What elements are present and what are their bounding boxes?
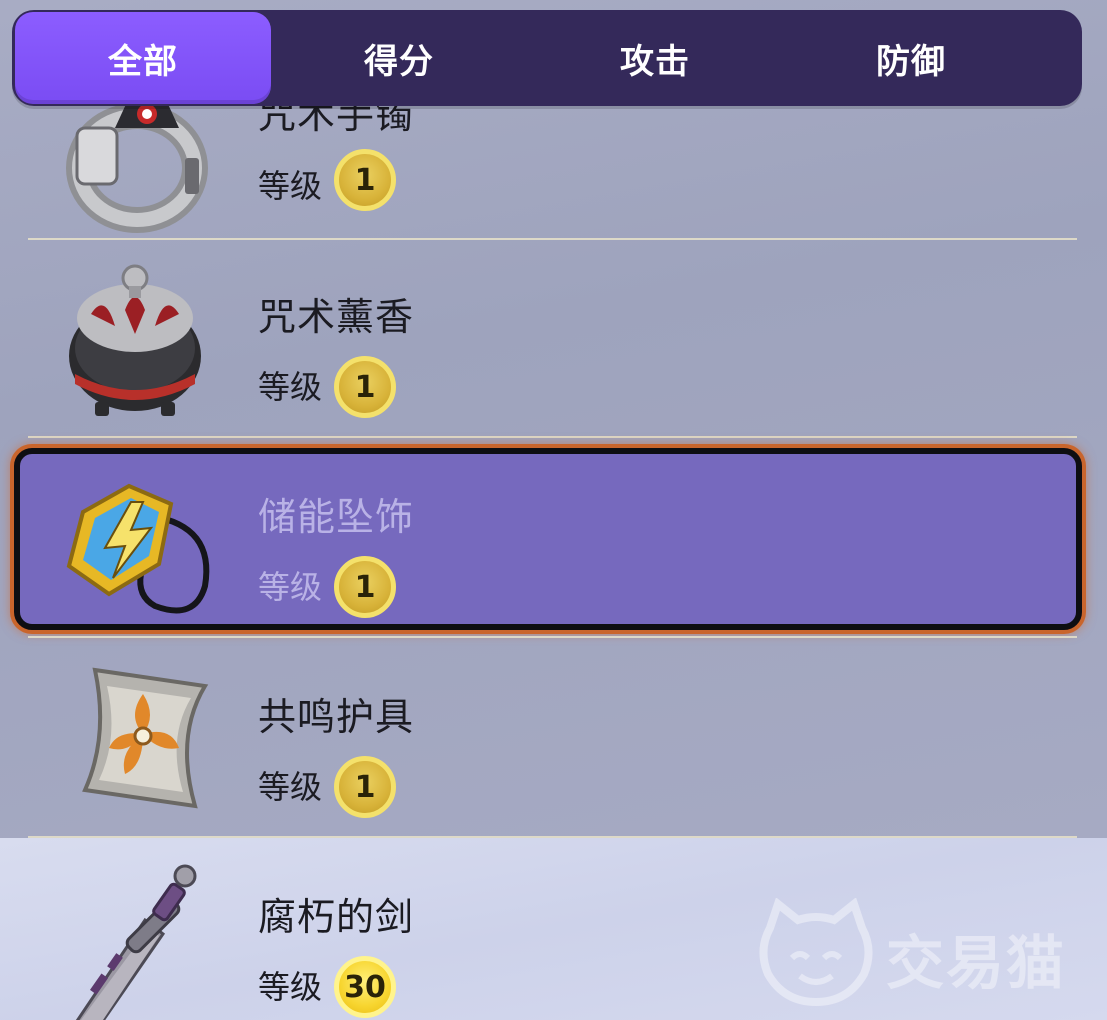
watermark-text: 交易猫 [886,929,1067,997]
item-name: 腐朽的剑 [258,895,415,939]
incense-pot-icon [69,264,201,416]
item-row-incense[interactable]: 咒术薰香 等级 1 [0,238,1107,438]
bracelet-icon [66,102,208,233]
tab-score[interactable]: 得分 [271,12,527,104]
rusted-sword-icon [75,864,197,1020]
tab-attack[interactable]: 攻击 [527,12,783,104]
level-label: 等级 [258,368,323,406]
watermark: 交易猫 [756,898,1086,1008]
level-label: 等级 [258,568,323,606]
item-name: 咒术薰香 [258,295,415,339]
tab-all[interactable]: 全部 [15,12,271,104]
level-label: 等级 [258,167,323,205]
level-label: 等级 [258,768,323,806]
category-tab-bar: 全部 得分 攻击 防御 [12,10,1082,106]
item-name: 储能坠饰 [258,495,415,539]
energy-pendant-icon [66,483,210,614]
resonance-guard-icon [82,667,209,809]
item-row-resonance-guard[interactable]: 共鸣护具 等级 1 [0,638,1107,838]
item-name: 共鸣护具 [258,695,415,739]
level-badge: 30 [334,956,396,1018]
level-badge: 1 [334,149,396,211]
cat-logo-icon [759,898,873,1007]
level-badge: 1 [334,356,396,418]
tab-defense[interactable]: 防御 [783,12,1039,104]
level-badge: 1 [334,756,396,818]
level-label: 等级 [258,968,323,1006]
level-badge: 1 [334,556,396,618]
item-row-energy-pendant[interactable]: 储能坠饰 等级 1 [0,438,1107,638]
